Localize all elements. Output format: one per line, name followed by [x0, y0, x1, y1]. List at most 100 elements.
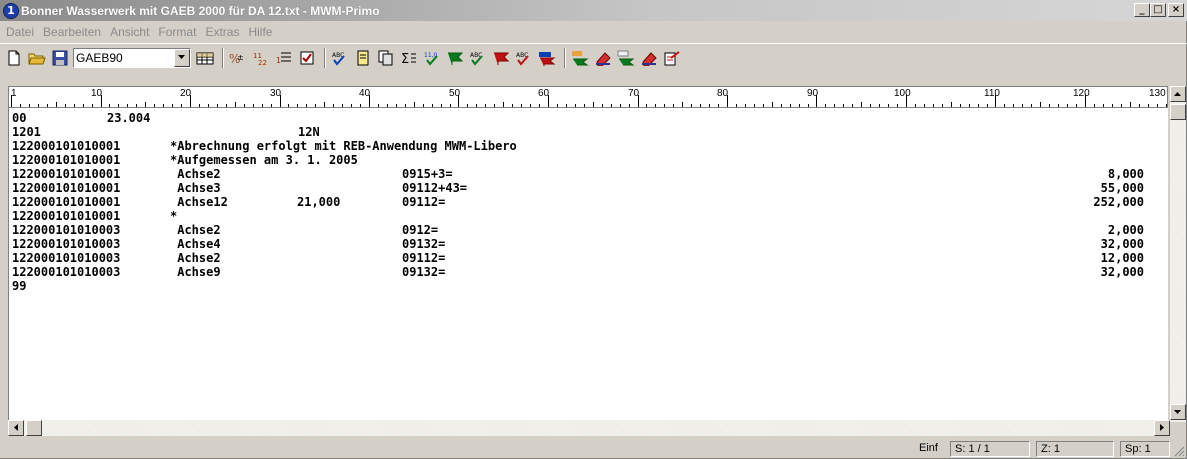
editor-line[interactable]: 122000101010001 Achse2 0915+3= 8,000 — [12, 167, 1144, 181]
line-text: Achse2 — [170, 251, 221, 265]
format-select[interactable]: GAEB90 — [73, 47, 191, 68]
svg-text:1: 1 — [276, 56, 281, 65]
format-select-value: GAEB90 — [76, 50, 123, 65]
ruler-label: 80 — [717, 88, 729, 99]
line-code: 122000101010003 — [12, 265, 121, 279]
title-bar[interactable]: 1 Bonner Wasserwerk mit GAEB 2000 für DA… — [0, 0, 1187, 21]
line-result: 12,000 — [1100, 251, 1144, 265]
line-result: 55,000 — [1100, 181, 1144, 195]
status-column: Sp: 1 — [1120, 441, 1170, 457]
ruler-label: 110 — [984, 88, 1000, 99]
page-icon[interactable] — [353, 48, 373, 68]
line-text: Achse2 — [170, 167, 221, 181]
new-document-icon[interactable] — [4, 48, 24, 68]
save-disk-icon[interactable] — [50, 48, 70, 68]
ruler-label: 50 — [449, 88, 461, 99]
editor-line[interactable]: 122000101010003 Achse2 0912= 2,000 — [12, 223, 1144, 237]
close-button[interactable]: × — [1168, 3, 1184, 17]
line-result: 2,000 — [1107, 223, 1144, 237]
editor-line[interactable]: 122000101010001 * — [12, 209, 177, 223]
line-text: Achse3 — [170, 181, 221, 195]
flag-blue-icon[interactable] — [537, 48, 557, 68]
menu-datei[interactable]: Datei — [6, 25, 34, 39]
menu-bearbeiten[interactable]: Bearbeiten — [43, 25, 101, 39]
editor-line[interactable]: 00 23.004 — [12, 111, 150, 125]
spellcheck-icon[interactable]: ABC — [330, 48, 350, 68]
menu-format[interactable]: Format — [158, 25, 196, 39]
text-editor[interactable]: 00 23.004 1201 12N 122000101010001 *Abre… — [8, 108, 1168, 420]
list-icon[interactable]: 1 — [274, 48, 294, 68]
line-code: 122000101010001 — [12, 209, 121, 223]
abc-flag-icon[interactable]: ABC — [468, 48, 488, 68]
ruler-label: 130 — [1149, 88, 1166, 99]
horizontal-scrollbar[interactable] — [8, 420, 1170, 436]
ruler-label: 120 — [1073, 88, 1090, 99]
status-line: Z: 1 — [1036, 441, 1114, 457]
app-icon[interactable]: 1 — [3, 2, 19, 19]
menu-extras[interactable]: Extras — [205, 25, 239, 39]
text-edit-2-icon[interactable] — [616, 48, 636, 68]
line-formula: 09112= — [402, 251, 446, 265]
line-text: *Abrechnung erfolgt mit REB-Anwendung MW… — [170, 139, 517, 153]
line-code: 00 — [12, 111, 27, 125]
scroll-down-button[interactable] — [1170, 404, 1186, 420]
menu-bar: Datei Bearbeiten Ansicht Format Extras H… — [0, 22, 1187, 41]
line-formula: 0915+3= — [402, 167, 453, 181]
chevron-down-icon[interactable] — [174, 48, 190, 67]
line-unit: 12N — [298, 125, 320, 139]
open-folder-icon[interactable] — [27, 48, 47, 68]
editor-line[interactable]: 122000101010001 Achse3 09112+43= 55,000 — [12, 181, 1144, 195]
sum-icon[interactable]: Σ — [399, 48, 419, 68]
check-icon[interactable] — [297, 48, 317, 68]
eraser-icon[interactable] — [593, 48, 613, 68]
ruler-label: 10 — [91, 88, 103, 99]
editor-line[interactable]: 99 — [12, 279, 55, 293]
resize-grip-icon[interactable] — [1173, 445, 1185, 457]
number-format-icon[interactable]: 11 22 — [251, 48, 271, 68]
scroll-right-button[interactable] — [1154, 420, 1170, 436]
toolbar-separator — [324, 47, 326, 68]
vertical-scrollbar[interactable] — [1170, 86, 1186, 422]
line-result: 252,000 — [1093, 195, 1144, 209]
line-formula: 09112= — [402, 195, 446, 209]
editor-line[interactable]: 1201 12N — [12, 125, 320, 139]
scroll-up-button[interactable] — [1170, 86, 1186, 102]
editor-line[interactable]: 122000101010001 *Abrechnung erfolgt mit … — [12, 139, 517, 153]
find-replace-icon[interactable]: % ± — [228, 48, 248, 68]
line-text: *Aufgemessen am 3. 1. 2005 — [170, 153, 358, 167]
reb-check-icon[interactable]: 11,0 — [422, 48, 442, 68]
line-text: 23.004 — [107, 111, 151, 125]
toolbar-separator — [564, 47, 566, 68]
table-icon[interactable] — [195, 48, 215, 68]
menu-hilfe[interactable]: Hilfe — [248, 25, 272, 39]
line-text: Achse2 — [170, 223, 221, 237]
line-code: 122000101010003 — [12, 251, 121, 265]
ruler-label: 40 — [359, 88, 371, 99]
flag-red-icon[interactable] — [491, 48, 511, 68]
editor-line[interactable]: 122000101010003 Achse4 09132= 32,000 — [12, 237, 1144, 251]
line-result: 8,000 — [1107, 167, 1144, 181]
ruler-label: 1 — [11, 88, 17, 99]
line-code: 122000101010001 — [12, 139, 121, 153]
menu-ansicht[interactable]: Ansicht — [110, 25, 149, 39]
status-bar: Einf S: 1 / 1 Z: 1 Sp: 1 — [0, 439, 1187, 459]
maximize-button[interactable]: □ — [1150, 3, 1166, 17]
reb-flag-icon[interactable] — [445, 48, 465, 68]
copy-page-icon[interactable] — [376, 48, 396, 68]
ruler[interactable]: 1 10 20 30 40 50 60 70 80 90 100 110 120… — [8, 86, 1168, 108]
abc-flag-2-icon[interactable]: ABC — [514, 48, 534, 68]
eraser-2-icon[interactable] — [639, 48, 659, 68]
scroll-left-button[interactable] — [8, 420, 24, 436]
editor-line[interactable]: 122000101010001 Achse12 21,000 09112= 25… — [12, 195, 1144, 209]
status-page: S: 1 / 1 — [950, 441, 1030, 457]
editor-line[interactable]: 122000101010003 Achse9 09132= 32,000 — [12, 265, 1144, 279]
export-icon[interactable] — [662, 48, 682, 68]
text-edit-icon[interactable] — [570, 48, 590, 68]
minimize-button[interactable]: _ — [1134, 3, 1150, 17]
arrow-right-icon — [1159, 424, 1164, 431]
editor-line[interactable]: 122000101010003 Achse2 09112= 12,000 — [12, 251, 1144, 265]
editor-line[interactable]: 122000101010001 *Aufgemessen am 3. 1. 20… — [12, 153, 358, 167]
toolbar: GAEB90 % ± 11 22 1 ABC Σ 11,0 ABC ABC — [0, 43, 1187, 71]
horizontal-scroll-thumb[interactable] — [26, 420, 42, 436]
scroll-thumb[interactable] — [1170, 104, 1186, 120]
